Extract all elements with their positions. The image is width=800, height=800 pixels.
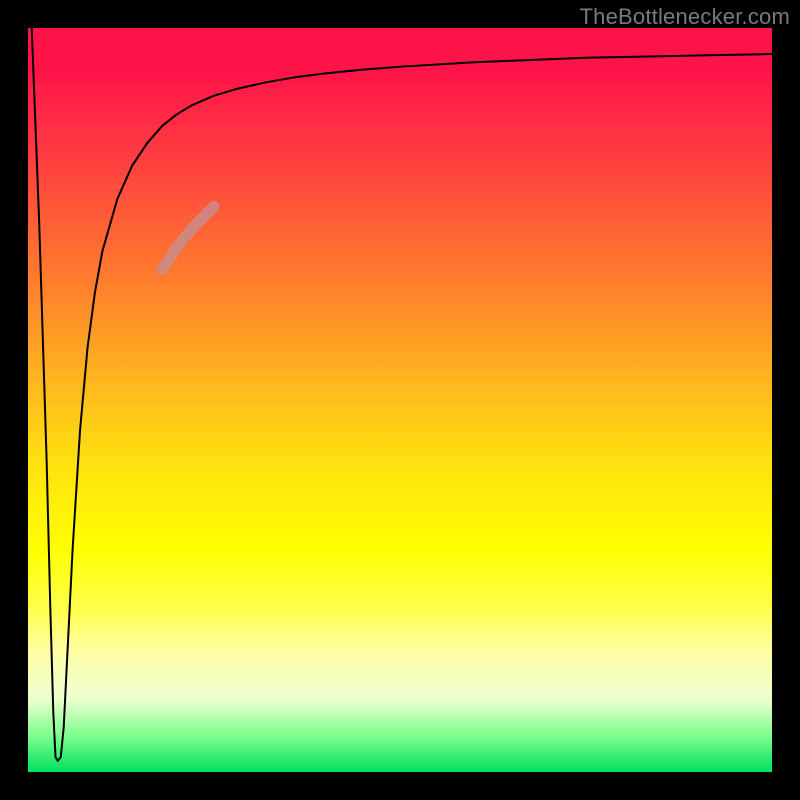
attribution-text: TheBottlenecker.com [580, 4, 790, 30]
plot-area [28, 28, 772, 772]
bottleneck-curve-line [32, 28, 772, 761]
curve-layer [28, 28, 772, 772]
highlight-segment [162, 207, 214, 270]
bottleneck-chart: TheBottlenecker.com [0, 0, 800, 800]
